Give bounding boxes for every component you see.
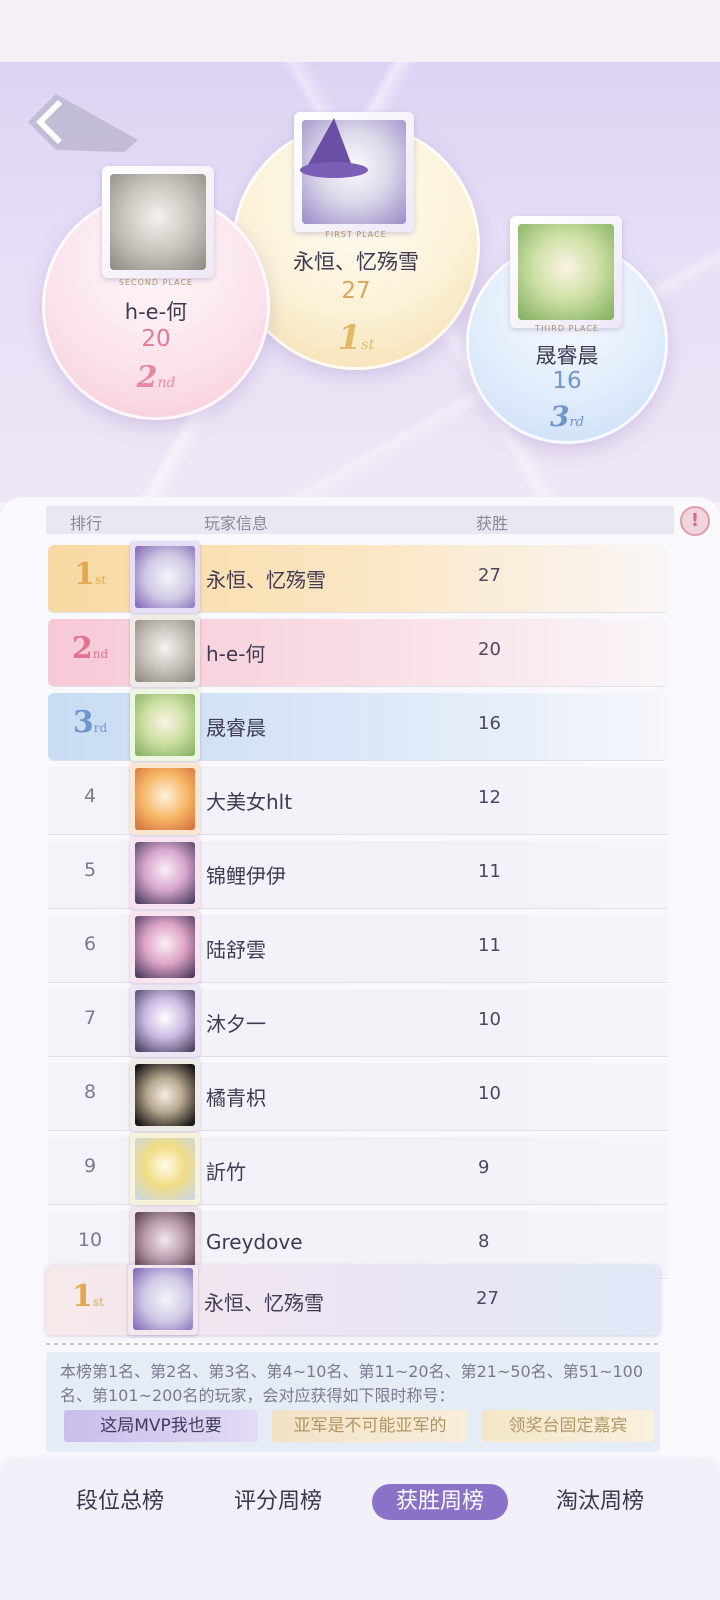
- notice-text: 本榜第1名、第2名、第3名、第4~10名、第11~20名、第21~50名、第51…: [60, 1362, 644, 1405]
- title-badge-podium[interactable]: 领奖台固定嘉宾: [482, 1410, 654, 1442]
- player-wins: 27: [478, 565, 501, 586]
- player-name: 陆舒雲: [206, 938, 266, 962]
- player-wins: 16: [478, 713, 501, 734]
- rank-number: 8: [83, 1081, 97, 1103]
- place-tag: SECOND PLACE: [118, 278, 194, 287]
- table-row[interactable]: 8 橘青枳 10: [48, 1059, 668, 1131]
- podium-third-name: 晟睿晨: [535, 344, 599, 368]
- reward-notice: 本榜第1名、第2名、第3名、第4~10名、第11~20名、第21~50名、第51…: [46, 1352, 660, 1452]
- table-row[interactable]: 4 大美女hlt 12: [48, 763, 668, 835]
- player-name: 永恒、忆殇雪: [206, 568, 326, 592]
- table-row[interactable]: 1st 永恒、忆殇雪 27: [48, 541, 668, 613]
- avatar: [130, 763, 200, 835]
- my-rank-row[interactable]: 1st 永恒、忆殇雪 27: [46, 1265, 660, 1335]
- divider: [46, 1343, 660, 1345]
- place-tag: THIRD PLACE: [535, 324, 599, 333]
- player-wins: 10: [478, 1009, 501, 1030]
- status-area: [0, 0, 720, 62]
- player-wins: 20: [478, 639, 501, 660]
- avatar: [130, 1133, 200, 1205]
- podium-first-name: 永恒、忆殇雪: [293, 250, 419, 274]
- player-wins: 10: [478, 1083, 501, 1104]
- podium-second-name: h-e-何: [124, 300, 188, 324]
- podium: FIRST PLACE 永恒、忆殇雪 27 1st SECOND PLACE h…: [0, 62, 720, 502]
- back-arrow-icon: [28, 94, 138, 152]
- tab-rank-overall[interactable]: 段位总榜: [60, 1484, 180, 1520]
- table-row[interactable]: 7 沐夕一 10: [48, 985, 668, 1057]
- table-row[interactable]: 2nd h-e-何 20: [48, 615, 668, 687]
- player-name: Greydove: [206, 1230, 303, 1254]
- rank-medal: 1st: [74, 557, 106, 592]
- avatar: [130, 615, 200, 687]
- table-row[interactable]: 3rd 晟睿晨 16: [48, 689, 668, 761]
- rank-number: 6: [83, 933, 97, 955]
- avatar: [130, 837, 200, 909]
- rank-medal: 1st: [72, 1279, 104, 1314]
- player-name: h-e-何: [206, 642, 266, 666]
- player-wins: 12: [478, 787, 501, 808]
- tab-wins-weekly[interactable]: 获胜周榜: [372, 1484, 508, 1520]
- podium-third[interactable]: THIRD PLACE 晟睿晨 16 3rd: [466, 216, 668, 444]
- avatar: [130, 1059, 200, 1131]
- table-row[interactable]: 5 锦鲤伊伊 11: [48, 837, 668, 909]
- place-tag: FIRST PLACE: [325, 230, 387, 239]
- podium-second-wins: 20: [141, 326, 171, 352]
- podium-second-mark: 2nd: [136, 360, 176, 395]
- player-name: 晟睿晨: [206, 716, 266, 740]
- podium-third-wins: 16: [552, 368, 582, 394]
- rank-number: 4: [83, 785, 97, 807]
- rank-number: 5: [83, 859, 97, 881]
- witch-hat-icon: [300, 118, 368, 178]
- rank-medal: 3rd: [72, 705, 108, 740]
- player-wins: 9: [478, 1157, 490, 1178]
- title-badge-mvp[interactable]: 这局MVP我也要: [64, 1410, 258, 1442]
- rank-number: 7: [83, 1007, 97, 1029]
- rank-number: 9: [83, 1155, 97, 1177]
- rank-medal: 2nd: [71, 631, 109, 666]
- player-name: 永恒、忆殇雪: [204, 1291, 324, 1315]
- avatar: [130, 541, 200, 613]
- podium-third-mark: 3rd: [549, 400, 585, 433]
- table-row[interactable]: 9 訢竹 9: [48, 1133, 668, 1205]
- avatar: [510, 216, 622, 328]
- title-badge-runner-up[interactable]: 亚军是不可能亚军的: [272, 1410, 468, 1442]
- tab-elimination-weekly[interactable]: 淘汰周榜: [540, 1484, 660, 1520]
- player-name: 沐夕一: [206, 1012, 266, 1036]
- player-name: 橘青枳: [206, 1086, 266, 1110]
- avatar: [130, 985, 200, 1057]
- player-wins: 11: [478, 935, 501, 956]
- back-button[interactable]: [28, 92, 138, 152]
- table-row[interactable]: 6 陆舒雲 11: [48, 911, 668, 983]
- podium-second[interactable]: SECOND PLACE h-e-何 20 2nd: [42, 166, 270, 420]
- header-rank: 排行: [70, 514, 103, 533]
- player-name: 大美女hlt: [206, 790, 293, 814]
- tab-bar: 段位总榜 评分周榜 获胜周榜 淘汰周榜: [0, 1462, 720, 1600]
- player-name: 锦鲤伊伊: [206, 864, 286, 888]
- rank-number: 10: [77, 1229, 103, 1251]
- header-player: 玩家信息: [204, 514, 269, 533]
- table-header: 排行 玩家信息 获胜: [46, 506, 674, 534]
- avatar: [128, 1263, 198, 1335]
- tab-score-weekly[interactable]: 评分周榜: [218, 1484, 338, 1520]
- avatar: [130, 911, 200, 983]
- avatar: [102, 166, 214, 278]
- player-name: 訢竹: [206, 1160, 246, 1184]
- info-icon[interactable]: !: [680, 506, 710, 536]
- player-wins: 11: [478, 861, 501, 882]
- avatar: [130, 689, 200, 761]
- header-wins: 获胜: [476, 514, 509, 533]
- player-wins: 8: [478, 1231, 490, 1252]
- player-wins: 27: [476, 1288, 499, 1309]
- avatar: [294, 112, 414, 232]
